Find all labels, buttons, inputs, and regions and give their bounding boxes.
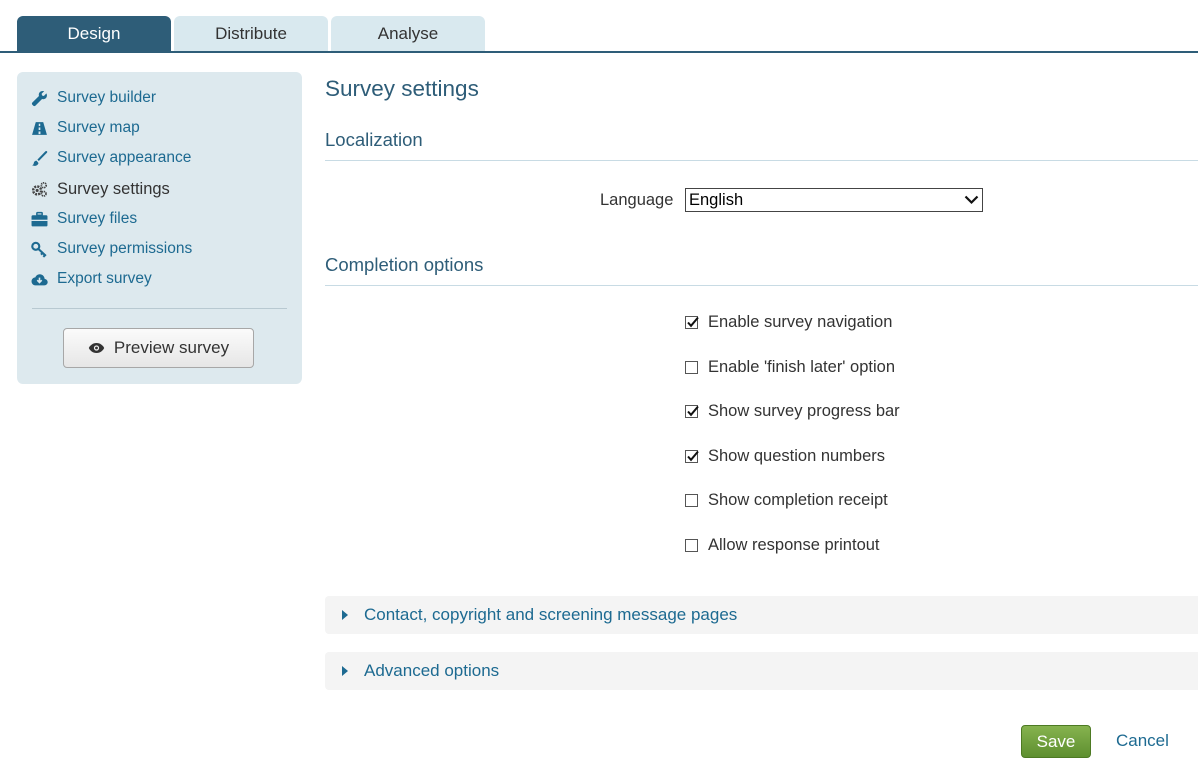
check-icon: [687, 450, 699, 461]
accordion-contact-copyright[interactable]: Contact, copyright and screening message…: [325, 596, 1198, 634]
accordion-label: Advanced options: [364, 661, 500, 680]
sidebar-item-survey-builder[interactable]: Survey builder: [29, 86, 156, 110]
sidebar-item-label: Survey builder: [57, 89, 157, 106]
option-label: Show question numbers: [708, 446, 886, 465]
sidebar-item-label: Export survey: [57, 270, 152, 287]
preview-survey-button[interactable]: Preview survey: [63, 328, 254, 368]
key-icon: [29, 240, 49, 258]
sidebar-item-survey-settings[interactable]: Survey settings: [29, 177, 170, 201]
checkbox[interactable]: [685, 538, 698, 552]
tab-analyse[interactable]: Analyse: [331, 16, 485, 51]
wrench-icon: [29, 89, 49, 107]
gears-icon: [29, 180, 49, 198]
option-enable-survey-navigation[interactable]: Enable survey navigation: [685, 311, 892, 333]
option-label: Show survey progress bar: [708, 401, 900, 420]
briefcase-icon: [29, 210, 49, 228]
check-icon: [687, 316, 699, 327]
checkbox[interactable]: [685, 315, 699, 329]
cloud-download-icon: [29, 270, 49, 288]
sidebar-item-label: Survey permissions: [57, 240, 193, 257]
sidebar-divider: [32, 308, 287, 309]
checkbox[interactable]: [685, 404, 699, 418]
check-icon: [687, 405, 699, 416]
option-show-question-numbers[interactable]: Show question numbers: [685, 445, 885, 467]
option-label: Enable survey navigation: [708, 312, 893, 331]
tab-distribute[interactable]: Distribute: [174, 16, 328, 51]
sidebar-item-label: Survey settings: [57, 179, 170, 198]
option-show-progress-bar[interactable]: Show survey progress bar: [685, 400, 900, 422]
language-label: Language: [600, 191, 674, 209]
sidebar-item-label: Survey map: [57, 119, 140, 136]
page-title: Survey settings: [325, 76, 479, 101]
caret-right-icon: [342, 610, 348, 620]
section-divider: [325, 160, 1198, 161]
save-button[interactable]: Save: [1021, 725, 1091, 758]
checkbox[interactable]: [685, 449, 699, 463]
option-show-completion-receipt[interactable]: Show completion receipt: [685, 489, 888, 511]
cancel-link[interactable]: Cancel: [1116, 731, 1169, 751]
section-divider: [325, 285, 1198, 286]
localization-heading: Localization: [325, 129, 423, 150]
road-icon: [29, 119, 49, 137]
tab-design[interactable]: Design: [17, 16, 171, 51]
accordion-advanced-options[interactable]: Advanced options: [325, 652, 1198, 690]
sidebar-item-survey-permissions[interactable]: Survey permissions: [29, 237, 192, 261]
sidebar-item-survey-map[interactable]: Survey map: [29, 116, 140, 140]
language-select[interactable]: English: [685, 188, 983, 212]
option-label: Show completion receipt: [708, 490, 888, 509]
sidebar-item-label: Survey files: [57, 210, 138, 227]
option-label: Allow response printout: [708, 535, 880, 554]
option-label: Enable 'finish later' option: [708, 357, 896, 376]
preview-survey-label: Preview survey: [113, 338, 230, 357]
sidebar-item-label: Survey appearance: [57, 149, 192, 166]
language-select-value: English: [689, 191, 744, 209]
sidebar-item-survey-appearance[interactable]: Survey appearance: [29, 146, 191, 170]
caret-right-icon: [342, 666, 348, 676]
chevron-down-icon: [964, 195, 979, 205]
sidebar-item-export-survey[interactable]: Export survey: [29, 267, 152, 291]
tab-bar: Design Distribute Analyse: [0, 0, 1198, 53]
completion-options-heading: Completion options: [325, 254, 484, 275]
sidebar-item-survey-files[interactable]: Survey files: [29, 207, 137, 231]
option-enable-finish-later[interactable]: Enable 'finish later' option: [685, 356, 895, 378]
brush-icon: [29, 149, 49, 167]
sidebar: Survey builder Survey map Survey appeara…: [17, 72, 302, 384]
option-allow-response-printout[interactable]: Allow response printout: [685, 534, 880, 556]
checkbox[interactable]: [685, 493, 698, 507]
checkbox[interactable]: [685, 360, 698, 374]
eye-icon: [88, 343, 105, 353]
accordion-label: Contact, copyright and screening message…: [364, 605, 738, 624]
